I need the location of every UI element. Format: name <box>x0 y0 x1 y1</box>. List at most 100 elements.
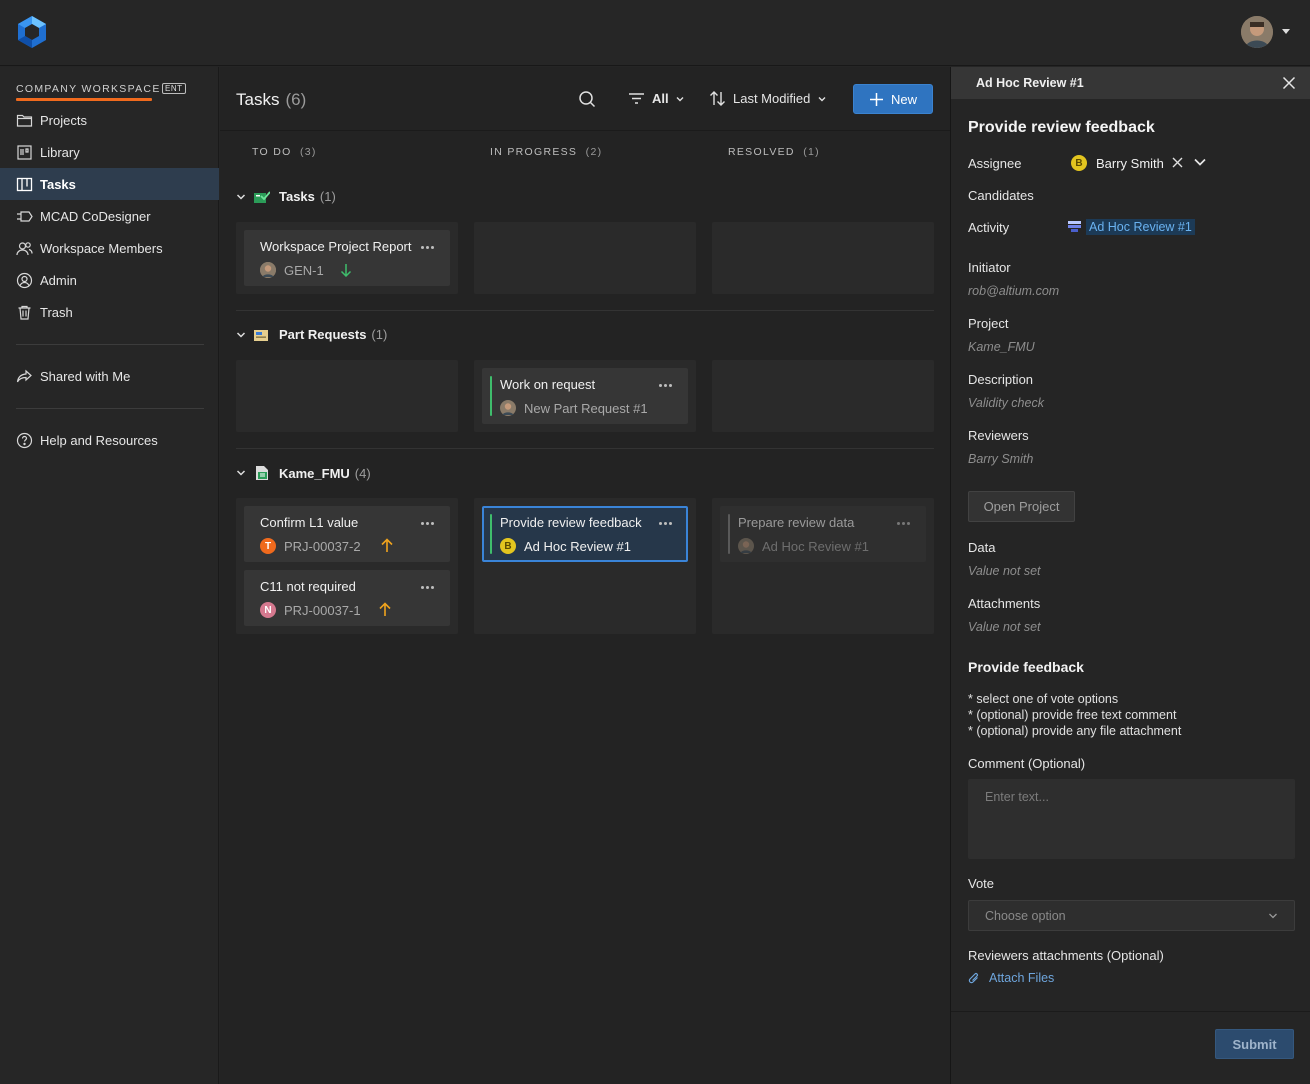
reviewers-label: Reviewers <box>968 428 1029 443</box>
sidebar-item-library[interactable]: Library <box>0 136 219 168</box>
more-options-icon[interactable] <box>421 586 434 589</box>
group-count: (4) <box>354 465 371 481</box>
priority-high-arrow-icon <box>379 602 391 616</box>
sidebar-divider <box>16 344 204 345</box>
submit-button[interactable]: Submit <box>1215 1029 1294 1059</box>
chevron-down-icon <box>236 331 246 338</box>
activity-label: Activity <box>968 220 1010 235</box>
chevron-down-icon <box>1269 913 1277 919</box>
priority-low-arrow-icon <box>340 264 352 277</box>
board-header: Tasks (6) All Last Modified New <box>220 67 950 131</box>
group-name: Part Requests <box>279 327 367 342</box>
lane-part-requests-resolved <box>712 360 934 432</box>
panel-footer-divider <box>951 1011 1310 1012</box>
user-circle-icon <box>16 272 33 288</box>
panel-header-title: Ad Hoc Review #1 <box>976 76 1084 90</box>
card-subtitle: GEN-1 <box>284 263 324 278</box>
project-icon <box>256 466 268 480</box>
chevron-down-icon[interactable] <box>1193 156 1207 168</box>
page-title: Tasks (6) <box>236 90 307 109</box>
avatar <box>260 262 276 278</box>
avatar <box>738 538 754 554</box>
chevron-down-icon <box>676 96 684 101</box>
sidebar-item-help[interactable]: Help and Resources <box>0 424 219 456</box>
lane-part-requests-todo <box>236 360 458 432</box>
sort-dropdown[interactable]: Last Modified <box>709 90 827 107</box>
group-header-tasks[interactable]: Tasks (1) <box>236 189 336 204</box>
sidebar-item-tasks[interactable]: Tasks <box>0 168 219 200</box>
card-subtitle: PRJ-00037-2 <box>284 539 361 554</box>
vote-select[interactable]: Choose option <box>968 900 1295 931</box>
lane-tasks-resolved <box>712 222 934 294</box>
task-group-icon <box>254 190 270 203</box>
card-subtitle: PRJ-00037-1 <box>284 603 361 618</box>
reviewers-value: Barry Smith <box>968 452 1034 466</box>
user-avatar[interactable] <box>1241 16 1273 48</box>
group-divider <box>236 310 934 311</box>
group-header-part-requests[interactable]: Part Requests (1) <box>236 327 387 342</box>
panel-title: Provide review feedback <box>968 119 1155 136</box>
workspace-underline <box>16 98 152 101</box>
instruction-line: * select one of vote options <box>968 692 1119 706</box>
data-label: Data <box>968 540 996 555</box>
task-card-confirm-l1[interactable]: Confirm L1 value T PRJ-00037-2 <box>244 506 450 562</box>
altium-logo-icon[interactable] <box>16 15 48 49</box>
more-options-icon[interactable] <box>659 522 672 525</box>
more-options-icon[interactable] <box>421 522 434 525</box>
chevron-down-icon <box>236 470 246 476</box>
instruction-line: * (optional) provide any file attachment <box>968 724 1182 738</box>
close-icon[interactable] <box>1282 76 1296 90</box>
vote-placeholder: Choose option <box>985 909 1066 923</box>
chevron-down-icon <box>818 96 826 101</box>
task-card-workspace-report[interactable]: Workspace Project Report GEN-1 <box>244 230 450 286</box>
sidebar-item-workspace-members[interactable]: Workspace Members <box>0 232 219 264</box>
initiator-value: rob@altium.com <box>968 284 1060 298</box>
attach-files-link[interactable]: Attach Files <box>968 971 1054 985</box>
initiator-label: Initiator <box>968 260 1011 275</box>
open-project-button[interactable]: Open Project <box>968 491 1075 522</box>
clear-assignee-icon[interactable] <box>1172 157 1183 168</box>
sidebar-item-trash[interactable]: Trash <box>0 296 219 328</box>
task-card-work-on-request[interactable]: Work on request New Part Request #1 <box>482 368 688 424</box>
avatar: T <box>260 538 276 554</box>
comment-textarea[interactable]: Enter text... <box>968 779 1295 859</box>
search-icon <box>579 91 596 108</box>
review-activity-icon <box>1068 221 1081 232</box>
task-card-provide-review-feedback[interactable]: Provide review feedback B Ad Hoc Review … <box>482 506 688 562</box>
card-title: Work on request <box>500 377 596 392</box>
card-title: C11 not required <box>260 579 356 594</box>
activity-link[interactable]: Ad Hoc Review #1 <box>1086 219 1195 235</box>
group-header-kame-fmu[interactable]: Kame_FMU (4) <box>236 465 371 481</box>
sort-icon <box>710 91 725 106</box>
lane-tasks-in-progress <box>474 222 696 294</box>
column-header-todo: TO DO (3) <box>252 146 317 158</box>
sidebar-item-admin[interactable]: Admin <box>0 264 219 296</box>
part-request-icon <box>254 329 268 341</box>
avatar: B <box>500 538 516 554</box>
avatar <box>500 400 516 416</box>
sidebar-item-mcad-codesigner[interactable]: MCAD CoDesigner <box>0 200 219 232</box>
tasks-board-icon <box>16 177 33 191</box>
description-label: Description <box>968 372 1034 387</box>
assignee-avatar: B <box>1071 155 1087 171</box>
more-options-icon[interactable] <box>659 384 672 387</box>
sidebar-divider <box>16 408 204 409</box>
user-menu-caret-icon[interactable] <box>1282 29 1290 34</box>
new-task-button[interactable]: New <box>853 84 933 114</box>
more-options-icon[interactable] <box>897 522 910 525</box>
workspace-badge: ENT <box>162 83 186 94</box>
task-card-c11-not-required[interactable]: C11 not required N PRJ-00037-1 <box>244 570 450 626</box>
filter-dropdown[interactable]: All <box>628 90 685 107</box>
filter-icon <box>629 93 644 104</box>
in-progress-indicator <box>490 514 492 554</box>
workspace-name[interactable]: COMPANY WORKSPACE <box>16 83 161 95</box>
sidebar-item-projects[interactable]: Projects <box>0 104 219 136</box>
task-card-prepare-review-data[interactable]: Prepare review data Ad Hoc Review #1 <box>720 506 926 562</box>
filter-label: All <box>652 91 669 106</box>
share-icon <box>16 369 32 382</box>
search-button[interactable] <box>578 90 596 108</box>
group-divider <box>236 448 934 449</box>
more-options-icon[interactable] <box>421 246 434 249</box>
sidebar-item-shared-with-me[interactable]: Shared with Me <box>0 360 219 392</box>
feedback-title: Provide feedback <box>968 659 1084 675</box>
